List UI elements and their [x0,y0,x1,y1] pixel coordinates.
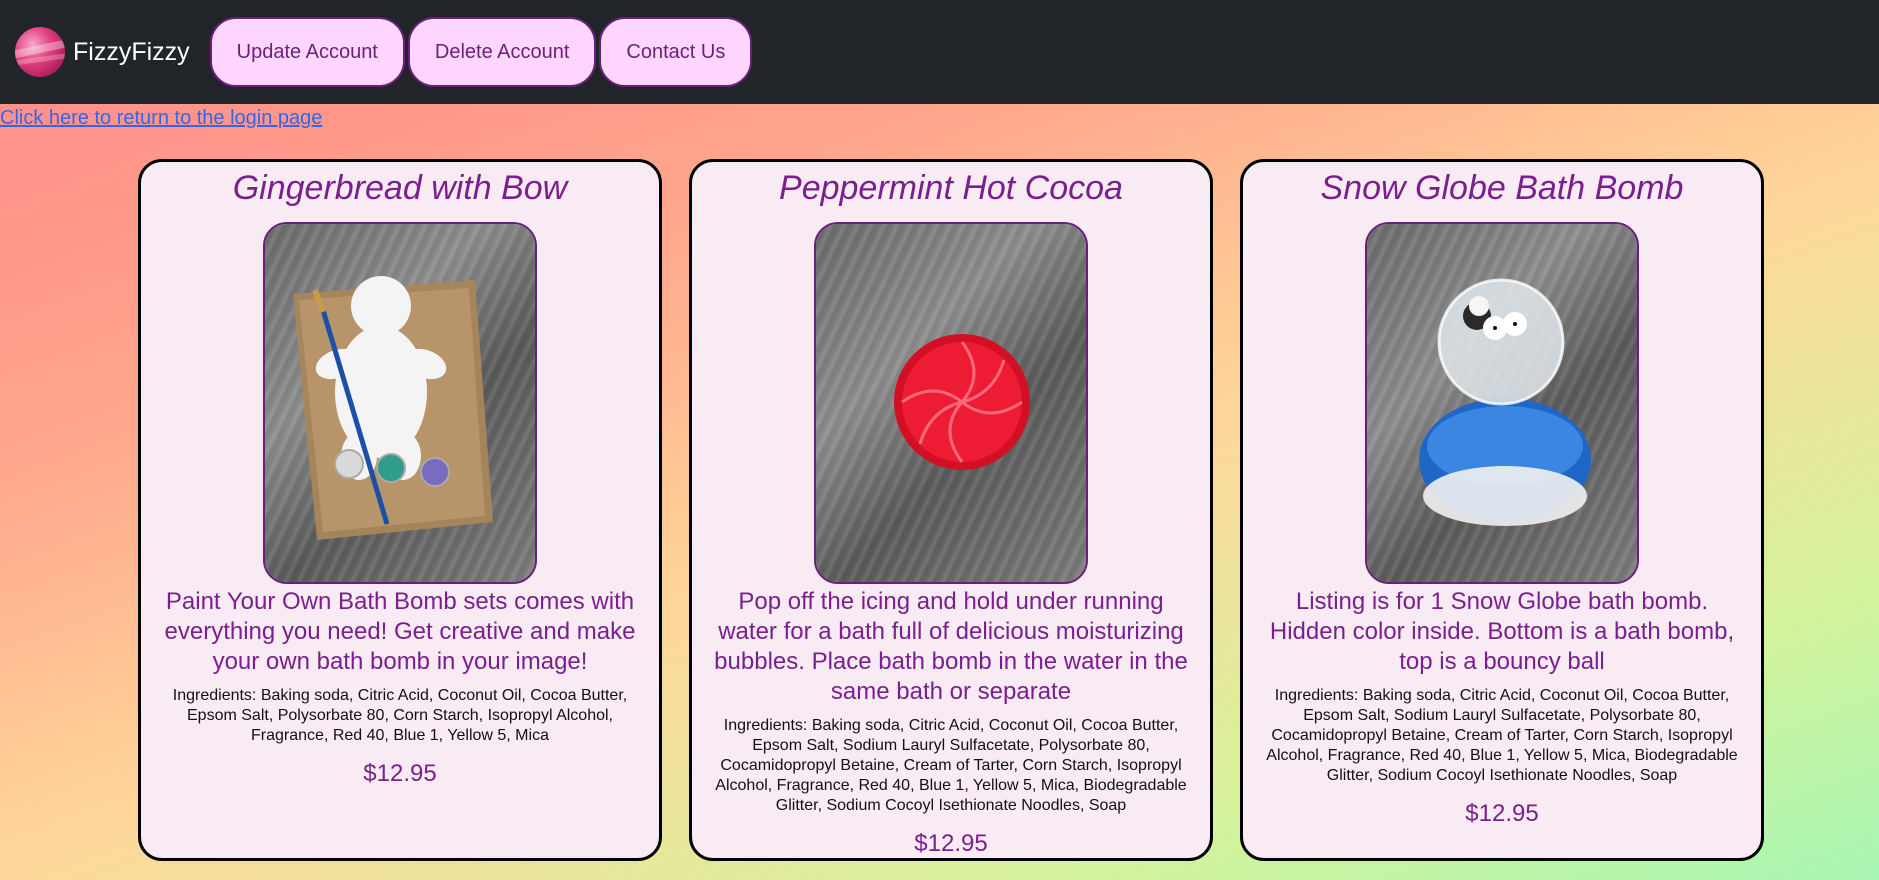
product-price: $12.95 [1465,800,1539,827]
delete-account-button[interactable]: Delete Account [407,17,597,87]
product-ingredients: Ingredients: Baking soda, Citric Acid, C… [172,687,628,744]
product-description: Listing is for 1 Snow Globe bath bomb. H… [1269,588,1735,675]
return-to-login-link[interactable]: Click here to return to the login page [0,107,322,130]
product-ingredients: Ingredients: Baking soda, Citric Acid, C… [1266,687,1738,784]
product-title: Snow Globe Bath Bomb [1320,169,1684,207]
contact-us-button[interactable]: Contact Us [599,17,753,87]
product-card: Peppermint Hot Cocoa Pop off the icing a… [689,159,1213,861]
product-description: Pop off the icing and hold under running… [714,588,1188,705]
peppermint-bath-bomb-image [814,222,1088,584]
product-list: Gingerbread with Bow Paint Your Own Bath… [138,159,1764,861]
product-description: Paint Your Own Bath Bomb sets comes with… [164,588,636,675]
brand-name: FizzyFizzy [73,37,190,66]
product-title: Peppermint Hot Cocoa [779,169,1123,207]
product-card: Gingerbread with Bow Paint Your Own Bath… [138,159,662,861]
brand[interactable]: FizzyFizzy [15,27,190,77]
product-price: $12.95 [363,760,437,787]
gingerbread-bath-bomb-image [263,222,537,584]
product-card: Snow Globe Bath Bomb Listing is for 1 Sn… [1240,159,1764,861]
product-ingredients: Ingredients: Baking soda, Citric Acid, C… [715,717,1187,814]
product-title: Gingerbread with Bow [232,169,568,207]
update-account-button[interactable]: Update Account [209,17,405,87]
top-navbar: FizzyFizzy Update Account Delete Account… [0,0,1879,104]
bath-bomb-logo-icon [15,27,65,77]
product-price: $12.95 [914,830,988,857]
snow-globe-bath-bomb-image [1365,222,1639,584]
